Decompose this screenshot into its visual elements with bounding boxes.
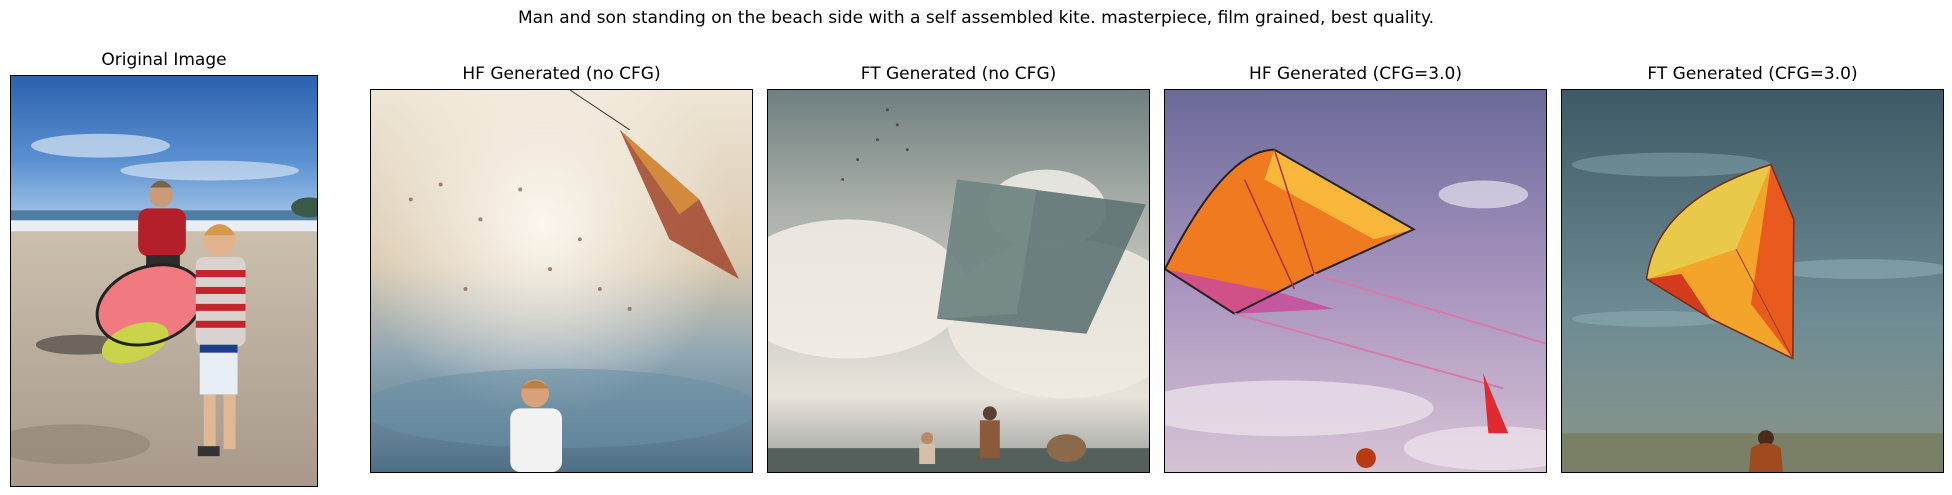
original-photo bbox=[10, 75, 318, 487]
panel-hf-no-cfg: HF Generated (no CFG) bbox=[370, 62, 753, 473]
generated-image-ft-cfg-3 bbox=[1561, 89, 1944, 473]
panel-title: FT Generated (no CFG) bbox=[860, 64, 1057, 84]
generated-image-hf-no-cfg bbox=[370, 89, 753, 473]
panel-title: Original Image bbox=[101, 50, 227, 70]
panel-hf-cfg-3: HF Generated (CFG=3.0) bbox=[1164, 62, 1547, 473]
figure-suptitle: Man and son standing on the beach side w… bbox=[517, 8, 1435, 28]
generated-image-ft-no-cfg bbox=[767, 89, 1150, 473]
panel-title: HF Generated (no CFG) bbox=[462, 64, 661, 84]
panel-title: FT Generated (CFG=3.0) bbox=[1647, 64, 1858, 84]
generated-image-hf-cfg-3 bbox=[1164, 89, 1547, 473]
panel-ft-no-cfg: FT Generated (no CFG) bbox=[767, 62, 1150, 473]
panel-ft-cfg-3: FT Generated (CFG=3.0) bbox=[1561, 62, 1944, 473]
panel-title: HF Generated (CFG=3.0) bbox=[1249, 64, 1462, 84]
panel-original-image: Original Image bbox=[10, 48, 318, 487]
